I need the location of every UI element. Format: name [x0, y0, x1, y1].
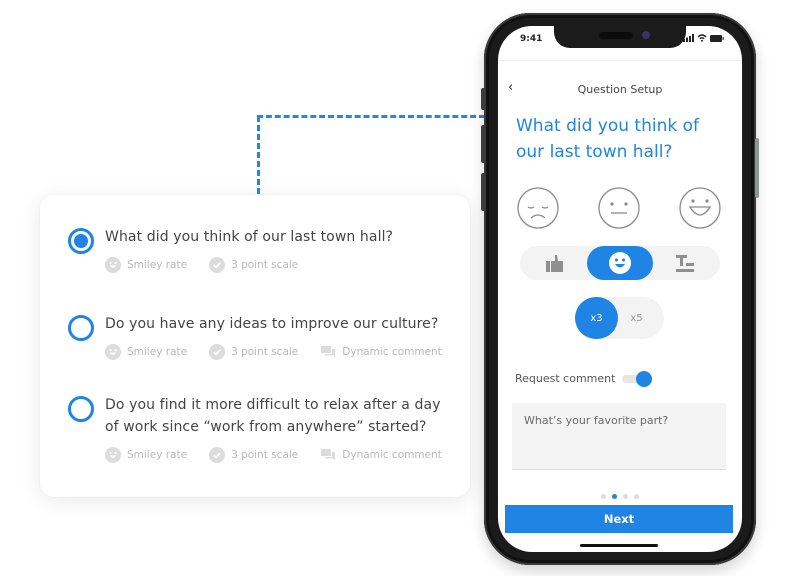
question-tags: Smiley rate 3 point scale Dynamic commen…	[105, 344, 450, 360]
tag-label: 3 point scale	[231, 449, 299, 461]
volume-up-button	[481, 125, 485, 163]
question-tags: Smiley rate 3 point scale	[105, 257, 450, 273]
happy-face-icon[interactable]	[679, 187, 721, 229]
tag-label: 3 point scale	[231, 346, 299, 358]
radio-unselected[interactable]	[68, 315, 94, 341]
toggle-knob[interactable]	[636, 371, 652, 387]
tag-smiley-rate: Smiley rate	[105, 447, 187, 463]
tag-label: Dynamic comment	[342, 449, 442, 461]
connector-line-horizontal	[257, 115, 485, 118]
tag-label: Smiley rate	[127, 346, 188, 358]
tag-label: Smiley rate	[127, 259, 188, 271]
battery-icon	[710, 34, 724, 42]
neutral-face-icon[interactable]	[598, 187, 640, 229]
pagination-dots	[498, 494, 742, 499]
volume-down-button	[481, 173, 485, 211]
check-circle-icon	[209, 447, 226, 463]
page-dot[interactable]	[601, 494, 606, 499]
scale-switch: x3 x5	[575, 297, 664, 339]
request-comment-label: Request comment	[515, 372, 616, 385]
question-list-card: What did you think of our last town hall…	[40, 195, 470, 497]
camera	[642, 31, 650, 39]
power-button	[755, 138, 759, 198]
smiley-icon	[105, 447, 121, 463]
tag-dynamic-comment: Dynamic comment	[320, 344, 442, 360]
radio-selected[interactable]	[68, 228, 94, 254]
check-circle-icon	[209, 257, 226, 273]
question-prompt: What did you think of our last town hall…	[516, 116, 699, 162]
connector-line-vertical	[257, 116, 260, 194]
tag-dynamic-comment: Dynamic comment	[320, 447, 442, 463]
chat-bubbles-icon	[321, 346, 336, 357]
speaker	[599, 32, 633, 39]
tag-label: Smiley rate	[127, 449, 188, 461]
status-icons	[683, 34, 724, 42]
question-text: What did you think of our last town hall…	[105, 229, 394, 245]
tag-point-scale: 3 point scale	[209, 257, 298, 273]
phone-frame: 9:41 ‹ Question Setup What did you think…	[481, 13, 759, 565]
question-text: Do you find it more difficult to relax a…	[105, 397, 441, 435]
question-text: Do you have any ideas to improve our cul…	[105, 316, 439, 332]
divider	[498, 60, 742, 61]
question-item[interactable]: Do you have any ideas to improve our cul…	[68, 313, 450, 360]
radio-unselected[interactable]	[68, 396, 94, 422]
tag-point-scale: 3 point scale	[209, 447, 298, 463]
tag-smiley-rate: Smiley rate	[105, 257, 187, 273]
thumbs-up-icon	[546, 255, 563, 272]
page-dot[interactable]	[623, 494, 628, 499]
next-button[interactable]: Next	[505, 505, 733, 533]
phone-screen: 9:41 ‹ Question Setup What did you think…	[498, 26, 742, 552]
question-type-switch	[520, 246, 720, 280]
scale-option-x3[interactable]: x3	[575, 297, 618, 339]
comment-input[interactable]: What’s your favorite part?	[512, 403, 726, 470]
page-dot[interactable]	[634, 494, 639, 499]
home-indicator	[580, 544, 658, 547]
notch	[554, 26, 686, 48]
tag-label: Dynamic comment	[342, 346, 442, 358]
type-option-text[interactable]	[652, 246, 718, 280]
tag-label: 3 point scale	[231, 259, 299, 271]
screen-title: Question Setup	[577, 83, 663, 96]
tag-point-scale: 3 point scale	[209, 344, 298, 360]
question-item[interactable]: Do you find it more difficult to relax a…	[68, 394, 450, 463]
smiley-icon	[105, 257, 121, 273]
question-tags: Smiley rate 3 point scale Dynamic commen…	[105, 447, 450, 463]
mute-switch	[481, 88, 485, 110]
smiley-icon	[609, 252, 631, 274]
check-circle-icon	[209, 344, 226, 360]
tag-smiley-rate: Smiley rate	[105, 344, 187, 360]
question-item[interactable]: What did you think of our last town hall…	[68, 226, 450, 273]
signal-icon	[683, 34, 694, 42]
type-option-smiley[interactable]	[587, 246, 653, 280]
page-dot-active[interactable]	[612, 494, 617, 499]
wifi-icon	[697, 34, 707, 42]
type-option-thumbs[interactable]	[522, 246, 588, 280]
scale-option-x5[interactable]: x5	[615, 297, 658, 339]
text-icon	[676, 255, 694, 272]
smiley-icon	[105, 344, 121, 360]
sad-face-icon[interactable]	[517, 187, 559, 229]
status-time: 9:41	[520, 34, 543, 44]
chat-bubbles-icon	[321, 449, 336, 460]
